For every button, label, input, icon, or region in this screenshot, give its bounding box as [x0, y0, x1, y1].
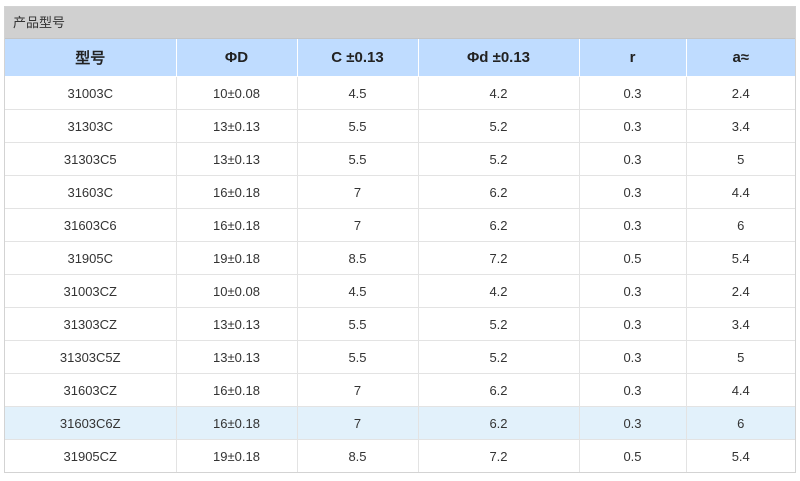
cell-inner-diameter: 6.2 — [418, 175, 580, 209]
cell-inner-diameter: 5.2 — [418, 340, 580, 374]
cell-model: 31905CZ — [5, 439, 177, 472]
cell-c: 5.5 — [297, 142, 419, 176]
cell-r: 0.3 — [579, 76, 687, 110]
cell-a: 4.4 — [686, 175, 795, 209]
cell-model: 31603C6 — [5, 208, 177, 242]
cell-c: 8.5 — [297, 241, 419, 275]
column-header-inner-diameter: Φd ±0.13 — [418, 39, 580, 77]
cell-model: 31003C — [5, 76, 177, 110]
cell-model: 31303C5Z — [5, 340, 177, 374]
cell-inner-diameter: 5.2 — [418, 307, 580, 341]
product-spec-table: 型号 ΦD C ±0.13 Φd ±0.13 r a≈ 31003C 10±0.0… — [5, 39, 795, 472]
cell-c: 7 — [297, 406, 419, 440]
cell-c: 4.5 — [297, 76, 419, 110]
table-row: 31303C5 13±0.13 5.5 5.2 0.3 5 — [5, 142, 795, 176]
cell-c: 8.5 — [297, 439, 419, 472]
cell-a: 5.4 — [731, 448, 750, 464]
cell-model: 31003CZ — [5, 274, 177, 308]
table-row: 31003C 10±0.08 4.5 4.2 0.3 2.4 — [5, 76, 795, 110]
cell-inner-diameter: 6.2 — [418, 208, 580, 242]
cell-outer-diameter: 10±0.08 — [176, 76, 298, 110]
cell-r: 0.3 — [579, 406, 687, 440]
cell-r: 0.3 — [579, 142, 687, 176]
cell-outer-diameter: 10±0.08 — [176, 274, 298, 308]
cell-c: 4.5 — [297, 274, 419, 308]
cell-inner-diameter: 7.2 — [418, 439, 580, 472]
header-row: 型号 ΦD C ±0.13 Φd ±0.13 r a≈ — [5, 39, 795, 77]
cell-outer-diameter: 16±0.18 — [176, 175, 298, 209]
cell-outer-diameter: 19±0.18 — [176, 439, 298, 472]
table-row: 31303CZ 13±0.13 5.5 5.2 0.3 3.4 — [5, 307, 795, 341]
cell-outer-diameter: 13±0.13 — [176, 307, 298, 341]
cell-r: 0.3 — [579, 340, 687, 374]
cell-model: 31603CZ — [5, 373, 177, 407]
cell-r: 0.3 — [579, 109, 687, 143]
cell-a: 5.4 — [686, 241, 795, 275]
product-model-panel: 产品型号 型号 ΦD C ±0.13 Φd ±0.13 r a≈ 31003C 1… — [4, 6, 796, 473]
cell-model: 31303C — [5, 109, 177, 143]
cell-r: 0.3 — [579, 274, 687, 308]
cell-outer-diameter: 16±0.18 — [176, 406, 298, 440]
column-header-a: a≈ — [686, 39, 795, 77]
table-row: 31905CZ 19±0.18 8.5 7.2 0.5 5.4 — [5, 439, 795, 472]
panel-title: 产品型号 — [5, 7, 795, 39]
cell-c: 7 — [297, 373, 419, 407]
cell-a: 3.4 — [686, 109, 795, 143]
cell-model: 31603C6Z — [5, 406, 177, 440]
cell-r: 0.3 — [579, 373, 687, 407]
table-row: 31603C6Z 16±0.18 7 6.2 0.3 6 — [5, 406, 795, 440]
table-row: 31603CZ 16±0.18 7 6.2 0.3 4.4 — [5, 373, 795, 407]
cell-model: 31303C5 — [5, 142, 177, 176]
column-header-r: r — [579, 39, 687, 77]
cell-inner-diameter: 7.2 — [418, 241, 580, 275]
cell-model: 31603C — [5, 175, 177, 209]
cell-a: 2.4 — [686, 274, 795, 308]
cell-outer-diameter: 16±0.18 — [176, 208, 298, 242]
cell-c: 5.5 — [297, 307, 419, 341]
cell-model: 31905C — [5, 241, 177, 275]
cell-a: 6 — [686, 406, 795, 440]
cell-inner-diameter: 4.2 — [418, 274, 580, 308]
cell-inner-diameter: 5.2 — [418, 109, 580, 143]
cell-outer-diameter: 13±0.13 — [176, 340, 298, 374]
table-body: 31003C 10±0.08 4.5 4.2 0.3 2.4 31303C 13±0.13 5.… — [5, 76, 795, 472]
cell-inner-diameter: 5.2 — [418, 142, 580, 176]
table-row: 31003CZ 10±0.08 4.5 4.2 0.3 2.4 — [5, 274, 795, 308]
cell-a: 5 — [686, 142, 795, 176]
column-header-outer-diameter: ΦD — [176, 39, 298, 77]
cell-outer-diameter: 13±0.13 — [176, 142, 298, 176]
cell-outer-diameter: 19±0.18 — [176, 241, 298, 275]
cell-c: 5.5 — [297, 340, 419, 374]
column-header-c: C ±0.13 — [297, 39, 419, 77]
table-header: 型号 ΦD C ±0.13 Φd ±0.13 r a≈ — [5, 39, 795, 77]
table-row: 31303C5Z 13±0.13 5.5 5.2 0.3 5 — [5, 340, 795, 374]
table-row: 31303C 13±0.13 5.5 5.2 0.3 3.4 — [5, 109, 795, 143]
cell-a: 2.4 — [686, 76, 795, 110]
cell-c: 7 — [297, 208, 419, 242]
cell-outer-diameter: 13±0.13 — [176, 109, 298, 143]
cell-outer-diameter: 16±0.18 — [176, 373, 298, 407]
cell-a: 5 — [686, 340, 795, 374]
table-row: 31603C6 16±0.18 7 6.2 0.3 6 — [5, 208, 795, 242]
table-row: 31603C 16±0.18 7 6.2 0.3 4.4 — [5, 175, 795, 209]
cell-model: 31303CZ — [5, 307, 177, 341]
cell-a: 6 — [686, 208, 795, 242]
cell-r: 0.3 — [579, 175, 687, 209]
cell-r: 0.5 — [579, 439, 687, 472]
cell-c: 7 — [297, 175, 419, 209]
cell-inner-diameter: 6.2 — [418, 406, 580, 440]
cell-a: 3.4 — [686, 307, 795, 341]
cell-c: 5.5 — [297, 109, 419, 143]
cell-inner-diameter: 6.2 — [418, 373, 580, 407]
cell-r: 0.3 — [579, 208, 687, 242]
table-row: 31905C 19±0.18 8.5 7.2 0.5 5.4 — [5, 241, 795, 275]
cell-a: 4.4 — [686, 373, 795, 407]
cell-r: 0.5 — [579, 241, 687, 275]
column-header-model: 型号 — [5, 39, 177, 77]
cell-inner-diameter: 4.2 — [418, 76, 580, 110]
cell-r: 0.3 — [579, 307, 687, 341]
